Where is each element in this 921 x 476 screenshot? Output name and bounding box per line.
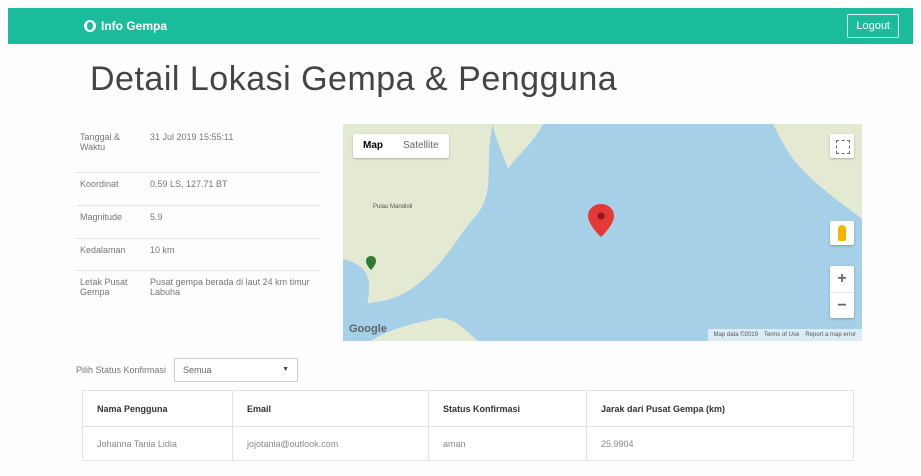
map-tab[interactable]: Map — [353, 134, 393, 158]
info-label: Kedalaman — [76, 237, 146, 270]
report-error-link[interactable]: Report a map error — [805, 332, 856, 338]
navbar: Info Gempa Logout — [8, 8, 913, 44]
globe-icon — [84, 20, 96, 32]
info-label: Letak Pusat Gempa — [76, 269, 146, 326]
column-header: Email — [232, 390, 429, 427]
user-name-cell: Johanna Tania Lidia — [82, 426, 233, 461]
column-header: Nama Pengguna — [82, 390, 233, 427]
brand-label: Info Gempa — [101, 19, 168, 33]
user-distance-cell: 25.9904 — [586, 426, 854, 461]
info-label: Tanggal & Waktu — [80, 132, 121, 152]
info-value: Pusat gempa berada di laut 24 km timur L… — [146, 269, 320, 326]
fullscreen-icon[interactable] — [830, 134, 854, 158]
info-label: Magnitude — [76, 204, 146, 238]
google-logo: Google — [349, 323, 387, 335]
satellite-tab[interactable]: Satellite — [393, 134, 449, 158]
logout-button[interactable]: Logout — [847, 14, 899, 38]
info-value: 10 km — [146, 237, 320, 270]
brand[interactable]: Info Gempa — [84, 19, 167, 33]
map-type-toggle: Map Satellite — [353, 134, 449, 158]
page-title: Detail Lokasi Gempa & Pengguna — [90, 60, 618, 98]
info-value: 5.9 — [146, 204, 320, 238]
column-header: Status Konfirmasi — [428, 390, 587, 427]
column-header: Jarak dari Pusat Gempa (km) — [586, 390, 854, 427]
earthquake-info-table: Tanggal & Waktu 31 Jul 2019 15:55:11 Koo… — [76, 126, 320, 326]
info-value: 31 Jul 2019 15:55:11 — [150, 132, 234, 142]
info-row-epicenter: Letak Pusat Gempa Pusat gempa berada di … — [76, 269, 320, 326]
info-row-coordinates: Koordinat 0.59 LS, 127.71 BT — [76, 171, 320, 205]
table-header-row: Nama Pengguna Email Status Konfirmasi Ja… — [82, 390, 854, 427]
user-status-cell: aman — [428, 426, 587, 461]
table-row: Johanna Tania Lidia jojotania@outlook.co… — [82, 426, 854, 461]
info-row-magnitude: Magnitude 5.9 — [76, 204, 320, 238]
terms-link[interactable]: Terms of Use — [764, 332, 799, 338]
filter-label: Pilih Status Konfirmasi — [76, 365, 167, 375]
street-view-pegman-icon[interactable] — [830, 221, 854, 245]
status-filter: Pilih Status Konfirmasi Semua ▼ — [76, 358, 299, 382]
zoom-control: + − — [830, 266, 854, 318]
map-attribution: Map data ©2019 Terms of Use Report a map… — [707, 329, 862, 341]
info-label: Koordinat — [76, 171, 146, 205]
users-table: Nama Pengguna Email Status Konfirmasi Ja… — [82, 390, 854, 461]
info-value: 0.59 LS, 127.71 BT — [146, 171, 320, 205]
info-row-depth: Kedalaman 10 km — [76, 237, 320, 270]
info-row-datetime: Tanggal & Waktu 31 Jul 2019 15:55:11 — [76, 126, 320, 172]
status-select[interactable]: Semua ▼ — [174, 358, 299, 382]
user-email-cell: jojotania@outlook.com — [232, 426, 429, 461]
map-place-label: Pulau Mandioli — [373, 204, 413, 210]
map-data-text: Map data ©2019 — [713, 332, 758, 338]
caret-down-icon: ▼ — [282, 366, 290, 373]
map-view[interactable]: Map Satellite Pulau Mandioli + − Google … — [343, 124, 862, 341]
zoom-in-button[interactable]: + — [830, 266, 854, 292]
epicenter-marker-icon[interactable] — [588, 204, 614, 237]
zoom-out-button[interactable]: − — [830, 292, 854, 318]
select-value: Semua — [183, 365, 212, 375]
